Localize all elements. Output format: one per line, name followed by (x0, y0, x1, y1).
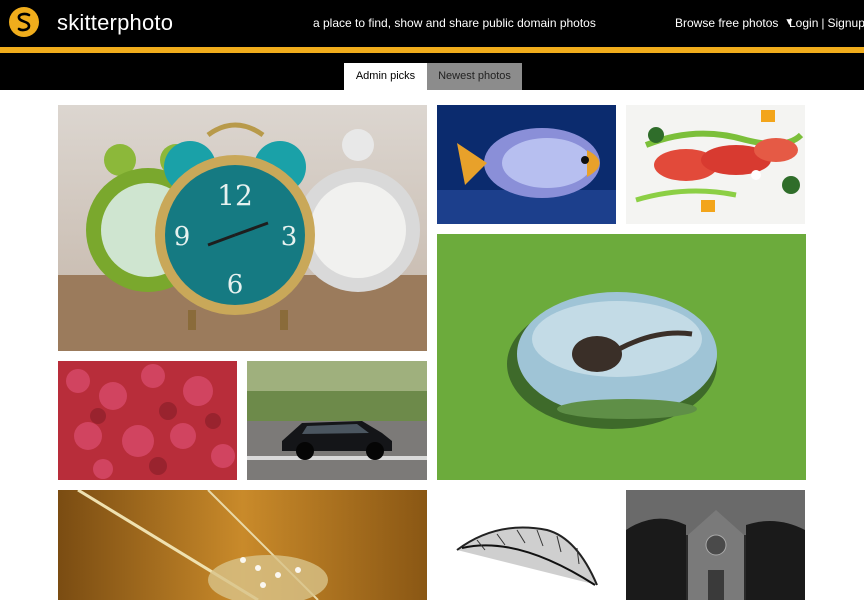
svg-text:6: 6 (227, 270, 244, 300)
signup-link[interactable]: Signup (828, 16, 864, 30)
top-header: skitterphoto a place to find, show and s… (0, 0, 864, 47)
photo-grass-dewdrops[interactable] (58, 490, 427, 600)
skitterphoto-logo-icon[interactable] (8, 6, 40, 38)
svg-text:12: 12 (217, 179, 253, 212)
browse-photos-label[interactable]: Browse free photos (675, 16, 778, 30)
photo-food-plate[interactable] (626, 105, 805, 224)
photo-tadpole-in-water-drop[interactable] (437, 234, 806, 480)
photo-feather-drawing[interactable] (437, 490, 616, 600)
brand-name[interactable]: skitterphoto (57, 10, 173, 36)
auth-links: Login | Signup (789, 16, 864, 30)
photo-alarm-clocks[interactable]: 12 3 6 9 (58, 105, 427, 351)
tab-newest-photos[interactable]: Newest photos (427, 63, 522, 90)
login-link[interactable]: Login (789, 16, 818, 30)
svg-text:9: 9 (174, 222, 191, 252)
tab-bar: Admin picks Newest photos (0, 53, 864, 90)
photo-car[interactable] (247, 361, 427, 480)
photo-fish[interactable] (437, 105, 616, 224)
photo-red-texture[interactable] (58, 361, 237, 480)
site-tagline: a place to find, show and share public d… (313, 16, 596, 30)
svg-text:3: 3 (281, 222, 298, 252)
browse-photos-menu[interactable]: Browse free photos ▼ (675, 16, 794, 30)
auth-separator: | (821, 16, 825, 30)
photo-chapel[interactable] (626, 490, 805, 600)
tab-admin-picks[interactable]: Admin picks (344, 63, 427, 90)
